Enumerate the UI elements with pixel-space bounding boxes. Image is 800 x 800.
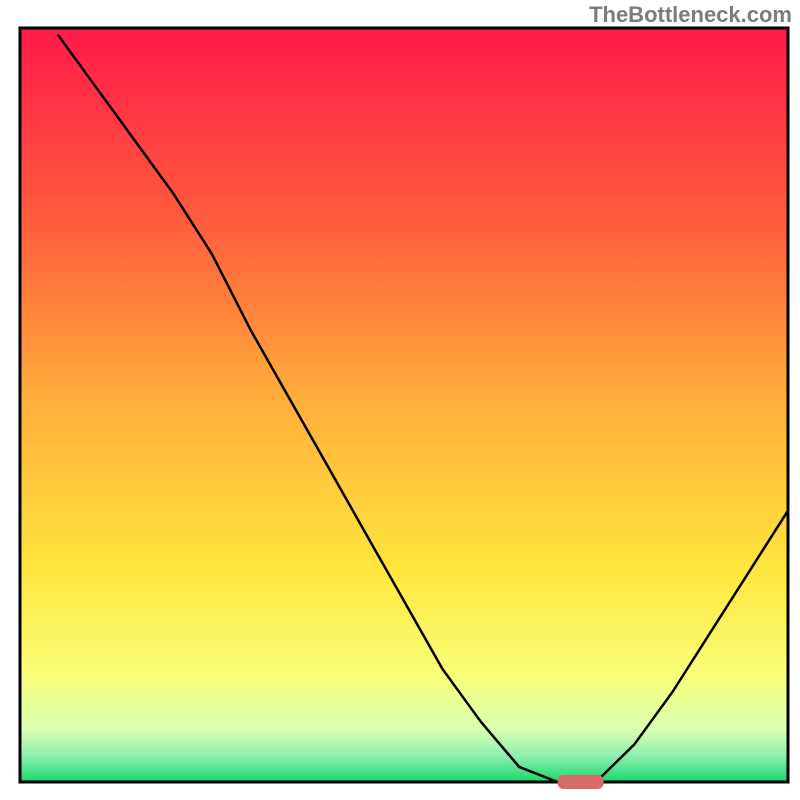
bottleneck-chart: TheBottleneck.com xyxy=(0,0,800,800)
watermark-text: TheBottleneck.com xyxy=(589,2,792,28)
sweet-spot-marker xyxy=(558,775,604,789)
chart-svg xyxy=(0,0,800,800)
